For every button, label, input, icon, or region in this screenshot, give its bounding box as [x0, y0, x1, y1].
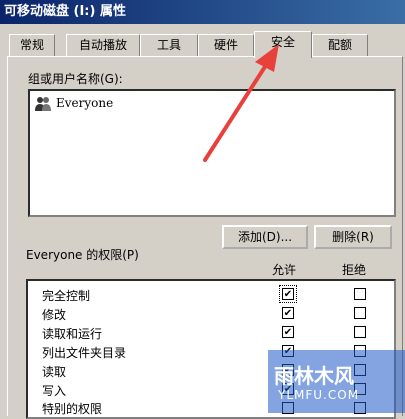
tab-security[interactable]: 安全	[254, 31, 312, 58]
permission-row-write: 写入	[42, 384, 67, 398]
deny-read-execute-checkbox[interactable]	[354, 326, 366, 338]
watermark-logo: 雨林木风 YLMFU.COM	[268, 350, 405, 413]
permission-row-modify: 修改	[42, 308, 67, 322]
watermark-main: 雨林木风	[274, 364, 354, 388]
allow-modify-checkbox[interactable]	[282, 307, 294, 319]
add-button[interactable]: 添加(D)...	[222, 225, 308, 249]
permission-row-special: 特别的权限	[42, 402, 103, 416]
remove-button[interactable]: 删除(R)	[314, 225, 392, 249]
allow-column-header: 允许	[272, 263, 297, 277]
permission-row-list-folder: 列出文件夹目录	[42, 346, 127, 360]
allow-full-control-checkbox[interactable]	[279, 285, 297, 303]
users-icon	[34, 96, 52, 112]
deny-modify-checkbox[interactable]	[354, 307, 366, 319]
permissions-label: Everyone 的权限(P)	[26, 248, 139, 262]
tab-general[interactable]: 常规	[9, 34, 55, 56]
window-title: 可移动磁盘 (I:) 属性	[0, 0, 405, 24]
allow-read-execute-checkbox[interactable]	[282, 326, 294, 338]
groups-label: 组或用户名称(G):	[28, 72, 123, 86]
groups-listbox[interactable]: Everyone	[28, 89, 396, 217]
tab-tools[interactable]: 工具	[140, 34, 198, 56]
permission-row-read-execute: 读取和运行	[42, 327, 103, 341]
tab-hardware[interactable]: 硬件	[198, 34, 254, 56]
list-item-label: Everyone	[56, 96, 114, 110]
deny-column-header: 拒绝	[342, 263, 367, 277]
deny-full-control-checkbox[interactable]	[354, 288, 366, 300]
watermark-sub: YLMFU.COM	[278, 388, 360, 402]
permission-row-full-control: 完全控制	[42, 289, 91, 303]
tab-quota[interactable]: 配额	[312, 34, 368, 56]
tab-autoplay[interactable]: 自动播放	[66, 34, 140, 56]
permission-row-read: 读取	[42, 365, 67, 379]
